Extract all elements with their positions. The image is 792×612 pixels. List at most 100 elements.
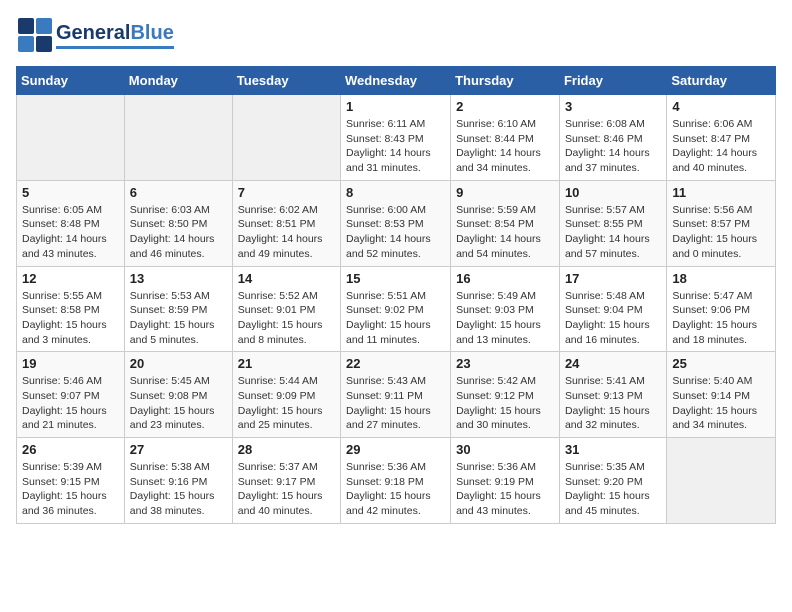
day-number: 25: [672, 356, 770, 371]
calendar-week-row: 5Sunrise: 6:05 AM Sunset: 8:48 PM Daylig…: [17, 180, 776, 266]
day-info: Sunrise: 5:36 AM Sunset: 9:18 PM Dayligh…: [346, 460, 445, 519]
day-number: 23: [456, 356, 554, 371]
page-header: GeneralBlue: [16, 16, 776, 54]
calendar-cell: 27 Sunrise: 5:38 AM Sunset: 9:16 PM Dayli…: [124, 438, 232, 524]
day-number: 11: [672, 185, 770, 200]
calendar-cell: [232, 95, 340, 181]
day-info: Sunrise: 5:43 AM Sunset: 9:11 PM Dayligh…: [346, 374, 445, 433]
calendar-cell: 18 Sunrise: 5:47 AM Sunset: 9:06 PM Dayli…: [667, 266, 776, 352]
day-info: Sunrise: 5:37 AM Sunset: 9:17 PM Dayligh…: [238, 460, 335, 519]
day-info: Sunrise: 6:11 AM Sunset: 8:43 PM Dayligh…: [346, 117, 445, 176]
day-number: 17: [565, 271, 661, 286]
day-header-tuesday: Tuesday: [232, 67, 340, 95]
calendar-cell: 14 Sunrise: 5:52 AM Sunset: 9:01 PM Dayli…: [232, 266, 340, 352]
day-number: 31: [565, 442, 661, 457]
calendar-cell: 11Sunrise: 5:56 AM Sunset: 8:57 PM Dayli…: [667, 180, 776, 266]
calendar-cell: 8Sunrise: 6:00 AM Sunset: 8:53 PM Daylig…: [341, 180, 451, 266]
day-info: Sunrise: 6:02 AM Sunset: 8:51 PM Dayligh…: [238, 203, 335, 262]
calendar-cell: 5Sunrise: 6:05 AM Sunset: 8:48 PM Daylig…: [17, 180, 125, 266]
day-number: 3: [565, 99, 661, 114]
day-number: 26: [22, 442, 119, 457]
day-number: 29: [346, 442, 445, 457]
calendar-cell: 28 Sunrise: 5:37 AM Sunset: 9:17 PM Dayli…: [232, 438, 340, 524]
calendar-cell: 6 Sunrise: 6:03 AM Sunset: 8:50 PM Daylig…: [124, 180, 232, 266]
calendar-cell: 29 Sunrise: 5:36 AM Sunset: 9:18 PM Dayli…: [341, 438, 451, 524]
day-info: Sunrise: 5:46 AM Sunset: 9:07 PM Dayligh…: [22, 374, 119, 433]
day-number: 28: [238, 442, 335, 457]
calendar-week-row: 26 Sunrise: 5:39 AM Sunset: 9:15 PM Dayli…: [17, 438, 776, 524]
calendar-cell: 4 Sunrise: 6:06 AM Sunset: 8:47 PM Daylig…: [667, 95, 776, 181]
day-info: Sunrise: 6:10 AM Sunset: 8:44 PM Dayligh…: [456, 117, 554, 176]
day-number: 12: [22, 271, 119, 286]
day-info: Sunrise: 5:59 AM Sunset: 8:54 PM Dayligh…: [456, 203, 554, 262]
calendar-cell: 12 Sunrise: 5:55 AM Sunset: 8:58 PM Dayli…: [17, 266, 125, 352]
calendar-cell: 20 Sunrise: 5:45 AM Sunset: 9:08 PM Dayli…: [124, 352, 232, 438]
logo-blue: Blue: [130, 22, 173, 44]
day-number: 14: [238, 271, 335, 286]
day-info: Sunrise: 5:42 AM Sunset: 9:12 PM Dayligh…: [456, 374, 554, 433]
day-number: 4: [672, 99, 770, 114]
day-header-friday: Friday: [559, 67, 666, 95]
calendar-cell: 22Sunrise: 5:43 AM Sunset: 9:11 PM Dayli…: [341, 352, 451, 438]
day-info: Sunrise: 6:06 AM Sunset: 8:47 PM Dayligh…: [672, 117, 770, 176]
day-info: Sunrise: 5:39 AM Sunset: 9:15 PM Dayligh…: [22, 460, 119, 519]
calendar-cell: 30Sunrise: 5:36 AM Sunset: 9:19 PM Dayli…: [451, 438, 560, 524]
calendar-cell: 15Sunrise: 5:51 AM Sunset: 9:02 PM Dayli…: [341, 266, 451, 352]
logo: GeneralBlue: [16, 16, 174, 54]
calendar-cell: 7 Sunrise: 6:02 AM Sunset: 8:51 PM Daylig…: [232, 180, 340, 266]
calendar-cell: 3 Sunrise: 6:08 AM Sunset: 8:46 PM Daylig…: [559, 95, 666, 181]
calendar-cell: 31 Sunrise: 5:35 AM Sunset: 9:20 PM Dayli…: [559, 438, 666, 524]
calendar-cell: [667, 438, 776, 524]
calendar-cell: 13 Sunrise: 5:53 AM Sunset: 8:59 PM Dayli…: [124, 266, 232, 352]
calendar-table: SundayMondayTuesdayWednesdayThursdayFrid…: [16, 66, 776, 524]
calendar-cell: 21 Sunrise: 5:44 AM Sunset: 9:09 PM Dayli…: [232, 352, 340, 438]
day-info: Sunrise: 5:40 AM Sunset: 9:14 PM Dayligh…: [672, 374, 770, 433]
day-info: Sunrise: 5:48 AM Sunset: 9:04 PM Dayligh…: [565, 289, 661, 348]
calendar-cell: 1 Sunrise: 6:11 AM Sunset: 8:43 PM Daylig…: [341, 95, 451, 181]
day-number: 19: [22, 356, 119, 371]
day-number: 6: [130, 185, 227, 200]
calendar-cell: 9Sunrise: 5:59 AM Sunset: 8:54 PM Daylig…: [451, 180, 560, 266]
day-header-saturday: Saturday: [667, 67, 776, 95]
day-number: 16: [456, 271, 554, 286]
day-header-thursday: Thursday: [451, 67, 560, 95]
calendar-cell: 23 Sunrise: 5:42 AM Sunset: 9:12 PM Dayli…: [451, 352, 560, 438]
calendar-cell: 10 Sunrise: 5:57 AM Sunset: 8:55 PM Dayli…: [559, 180, 666, 266]
logo-general: General: [56, 22, 130, 44]
calendar-cell: 2Sunrise: 6:10 AM Sunset: 8:44 PM Daylig…: [451, 95, 560, 181]
day-header-sunday: Sunday: [17, 67, 125, 95]
day-info: Sunrise: 5:57 AM Sunset: 8:55 PM Dayligh…: [565, 203, 661, 262]
day-header-wednesday: Wednesday: [341, 67, 451, 95]
day-number: 13: [130, 271, 227, 286]
calendar-cell: 25 Sunrise: 5:40 AM Sunset: 9:14 PM Dayli…: [667, 352, 776, 438]
day-info: Sunrise: 5:49 AM Sunset: 9:03 PM Dayligh…: [456, 289, 554, 348]
calendar-cell: 17 Sunrise: 5:48 AM Sunset: 9:04 PM Dayli…: [559, 266, 666, 352]
day-info: Sunrise: 6:05 AM Sunset: 8:48 PM Dayligh…: [22, 203, 119, 262]
day-info: Sunrise: 6:03 AM Sunset: 8:50 PM Dayligh…: [130, 203, 227, 262]
calendar-cell: [17, 95, 125, 181]
day-info: Sunrise: 6:00 AM Sunset: 8:53 PM Dayligh…: [346, 203, 445, 262]
day-number: 21: [238, 356, 335, 371]
calendar-cell: 16 Sunrise: 5:49 AM Sunset: 9:03 PM Dayli…: [451, 266, 560, 352]
calendar-week-row: 19 Sunrise: 5:46 AM Sunset: 9:07 PM Dayli…: [17, 352, 776, 438]
day-header-monday: Monday: [124, 67, 232, 95]
day-number: 7: [238, 185, 335, 200]
calendar-header-row: SundayMondayTuesdayWednesdayThursdayFrid…: [17, 67, 776, 95]
day-number: 10: [565, 185, 661, 200]
day-number: 27: [130, 442, 227, 457]
day-info: Sunrise: 5:47 AM Sunset: 9:06 PM Dayligh…: [672, 289, 770, 348]
day-info: Sunrise: 5:52 AM Sunset: 9:01 PM Dayligh…: [238, 289, 335, 348]
day-info: Sunrise: 5:38 AM Sunset: 9:16 PM Dayligh…: [130, 460, 227, 519]
day-number: 18: [672, 271, 770, 286]
day-info: Sunrise: 5:35 AM Sunset: 9:20 PM Dayligh…: [565, 460, 661, 519]
day-info: Sunrise: 5:55 AM Sunset: 8:58 PM Dayligh…: [22, 289, 119, 348]
calendar-cell: 24Sunrise: 5:41 AM Sunset: 9:13 PM Dayli…: [559, 352, 666, 438]
day-info: Sunrise: 6:08 AM Sunset: 8:46 PM Dayligh…: [565, 117, 661, 176]
day-info: Sunrise: 5:51 AM Sunset: 9:02 PM Dayligh…: [346, 289, 445, 348]
day-number: 1: [346, 99, 445, 114]
day-number: 20: [130, 356, 227, 371]
day-info: Sunrise: 5:45 AM Sunset: 9:08 PM Dayligh…: [130, 374, 227, 433]
day-info: Sunrise: 5:53 AM Sunset: 8:59 PM Dayligh…: [130, 289, 227, 348]
day-info: Sunrise: 5:44 AM Sunset: 9:09 PM Dayligh…: [238, 374, 335, 433]
calendar-week-row: 12 Sunrise: 5:55 AM Sunset: 8:58 PM Dayli…: [17, 266, 776, 352]
